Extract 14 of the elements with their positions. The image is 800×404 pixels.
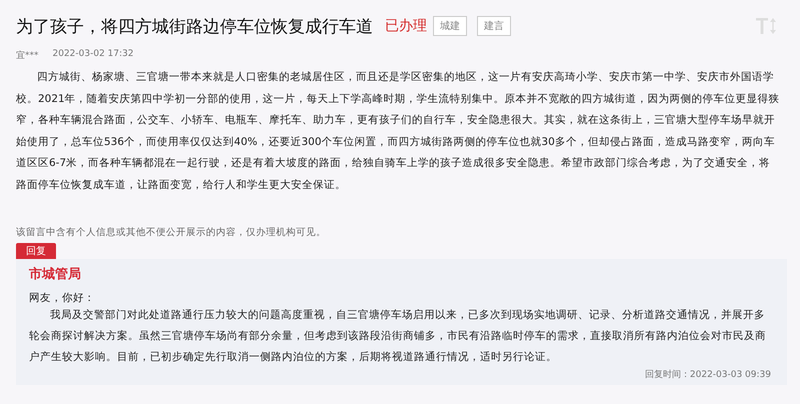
post-body: 四方城街、杨家塘、三官塘一带本来就是人口密集的老城居住区，而且还是学区密集的地区，这一片有安庆高琦小学、安庆市第一中学、安庆市外国语学校。2021年，随着安庆第四中学初一分部的使用，这一片，每天上下学高峰时期，学生流特别集中。原本并不宽敞的四方城街道，因为两侧的停车位更显得狭窄，各种车辆混合路面，公交车、小轿车、电瓶车、摩托车、助力车，更有孩子们的自行车，安全隐患很大。其实，就在这条街上，三官塘大型停车场早就开始使用了，总车位536个，而使用率仅仅达到40%，还要近300个车位闲置，而四方城街路两侧的停车位也就30多个，但却侵占路面，造成马路变窄，两向车道区区6-7米，而各种车辆都混在一起行驶，还是有着大坡度的路面，给独自骑车上学的孩子造成很多安全隐患。希望市政部门综合考虑，为了交通安全，将路面停车位恢复成车道，让路面变宽，给行人和学生更大安全保证。 bbox=[16, 70, 781, 192]
status-label: 已办理 bbox=[385, 17, 427, 35]
post-date: 2022-03-02 17:32 bbox=[52, 49, 134, 61]
category-tag[interactable]: 建言 bbox=[477, 16, 511, 36]
privacy-note: 该留言中含有个人信息或其他不便公开展示的内容，仅办理机构可见。 bbox=[16, 226, 327, 239]
category-tag[interactable]: 城建 bbox=[433, 16, 467, 36]
post-title: 为了孩子，将四方城街路边停车位恢复成行车道 bbox=[16, 16, 373, 38]
reply-time: 回复时间：2022-03-03 09:39 bbox=[644, 368, 771, 381]
department-name: 市城管局 bbox=[29, 266, 82, 283]
author-name: 宜*** bbox=[16, 50, 38, 63]
reply-body: 我局及交警部门对此处道路通行压力较大的问题高度重视，自三官塘停车场启用以来，已多次到现场实地调研、记录、分析道路交通情况，并展开多轮会商探讨解决方案。虽然三官塘停车场尚有部分余量，但考虑到该路段沿街商铺多，市民有沿路临时停车的需求，直接取消所有路内泊位会对市民及商户产生较大影响。目前，已初步确定先行取消一侧路内泊位的方案，后期将视道路通行情况，适时另行论证。 bbox=[29, 308, 767, 365]
reply-tab[interactable]: 回复 bbox=[16, 243, 56, 259]
font-size-icon[interactable] bbox=[755, 17, 779, 35]
reply-greeting: 网友，你好： bbox=[29, 291, 96, 305]
